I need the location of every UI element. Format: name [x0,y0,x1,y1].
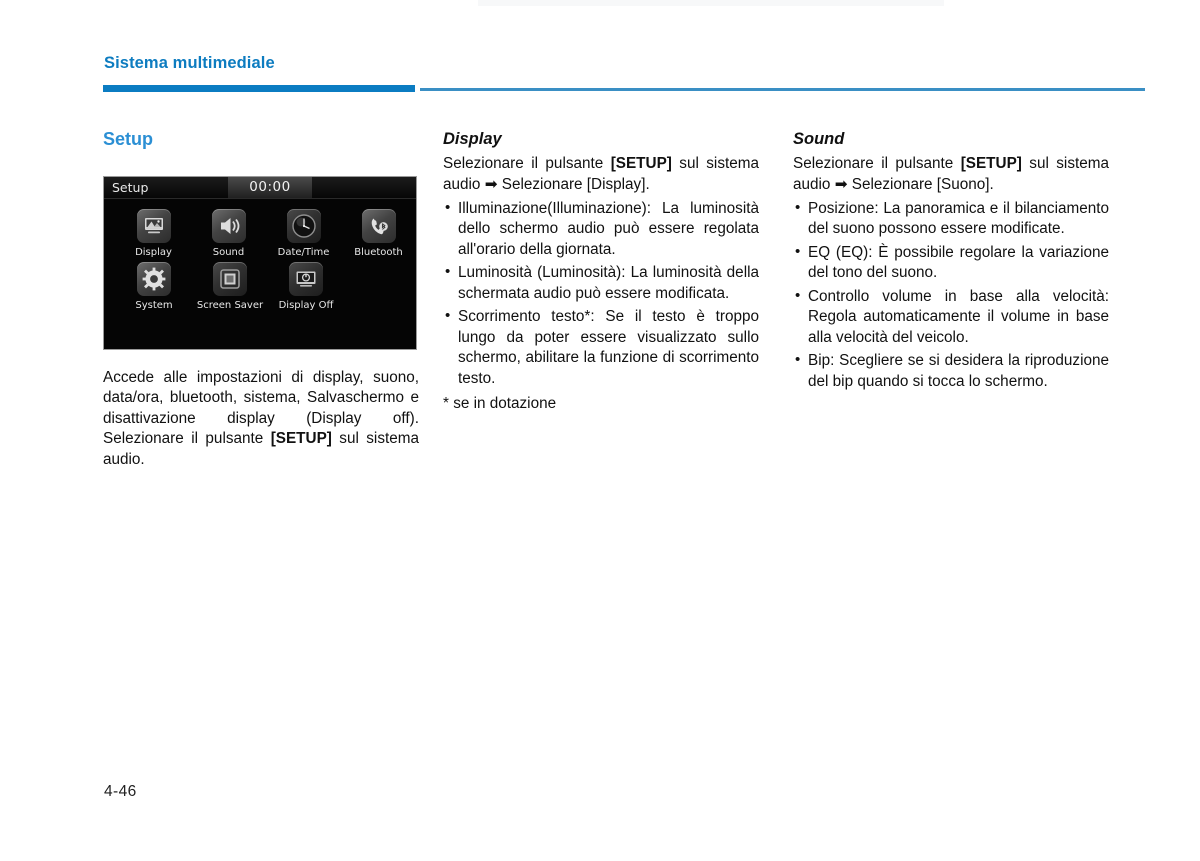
gear-icon [137,261,171,296]
list-item: EQ (EQ): È possibile regolare la variazi… [793,242,1109,284]
list-item: Controllo volume in base alla velocità: … [793,286,1109,349]
head-unit-item-bluetooth[interactable]: Bluetooth [341,208,416,258]
head-unit-topbar-title: Setup [112,179,149,195]
section-title-setup: Setup [103,129,154,149]
right-intro-pre: Selezionare il pulsante [793,154,961,172]
middle-footnote: * se in dotazione [443,395,557,413]
speaker-icon [211,208,246,243]
middle-intro-post: Selezionare [Display]. [497,176,650,194]
head-unit-item-display[interactable]: Display [116,208,191,258]
middle-bullet-list: Illuminazione(Illuminazione): La luminos… [443,198,759,390]
head-unit-item-display-off[interactable]: Display Off [268,261,344,311]
head-unit-label: Screen Saver [196,299,264,311]
head-unit-label: System [135,299,173,311]
head-unit-label: Sound [212,246,245,258]
head-unit-item-datetime[interactable]: Date/Time [266,208,341,258]
page-title: Sistema multimediale [104,54,275,72]
list-item: Bip: Scegliere se si desidera la riprodu… [793,350,1109,392]
head-unit-clock: 00:00 [249,178,291,195]
head-unit-label: Bluetooth [354,246,403,258]
column-middle: Display Selezionare il pulsante [SETUP] … [443,130,759,415]
head-unit-item-system[interactable]: System [116,261,192,311]
bluetooth-phone-icon [361,208,396,243]
right-intro-bold: [SETUP] [960,154,1022,172]
list-item: Illuminazione(Illuminazione): La luminos… [443,198,759,261]
head-unit-item-screen-saver[interactable]: Screen Saver [192,261,268,311]
header-rule-thick [103,85,415,92]
arrow-right-icon: ➡ [484,175,498,194]
head-unit-item-sound[interactable]: Sound [191,208,266,258]
middle-intro-pre: Selezionare il pulsante [443,154,611,172]
list-item: Luminosità (Luminosità): La luminosità d… [443,262,759,304]
right-intro-post: Selezionare [Suono]. [847,176,994,194]
head-unit-topbar: Setup 00:00 [104,176,416,199]
screen-saver-icon [213,261,247,296]
head-unit-menu-grid: Display Sound Date/Time Bluetooth System… [104,199,416,311]
left-paragraph: Accede alle impostazioni di display, suo… [103,368,419,471]
middle-intro-paragraph: Selezionare il pulsante [SETUP] sul sist… [443,154,759,196]
right-bullet-list: Posizione: La panoramica e il bilanciame… [793,198,1109,393]
head-unit-label: Display Off [278,299,334,311]
section-title-display: Display [443,130,502,148]
head-unit-menu-row-1: Display Sound Date/Time Bluetooth [104,208,416,258]
left-paragraph-bold: [SETUP] [270,430,332,448]
display-off-icon [289,261,323,296]
middle-intro-bold: [SETUP] [610,154,672,172]
section-title-sound: Sound [793,130,845,148]
head-unit-label: Display [135,246,172,258]
picture-icon [136,208,171,243]
clock-icon [286,208,321,243]
page-top-band [478,0,944,6]
column-left: Setup Setup 00:00 Display Sound Date/Tim… [103,129,419,471]
list-item: Scorrimento testo*: Se il testo è troppo… [443,306,759,389]
page-number: 4-46 [104,783,137,800]
head-unit-screenshot: Setup 00:00 Display Sound Date/Time Blue… [103,175,417,350]
arrow-right-icon: ➡ [834,175,848,194]
right-intro-paragraph: Selezionare il pulsante [SETUP] sul sist… [793,154,1109,196]
list-item: Posizione: La panoramica e il bilanciame… [793,198,1109,240]
head-unit-menu-row-2: System Screen Saver Display Off [104,261,416,311]
column-right: Sound Selezionare il pulsante [SETUP] su… [793,130,1109,392]
head-unit-label: Date/Time [277,246,330,258]
head-unit-clock-box: 00:00 [228,176,312,198]
header-rule-thin [420,88,1145,91]
